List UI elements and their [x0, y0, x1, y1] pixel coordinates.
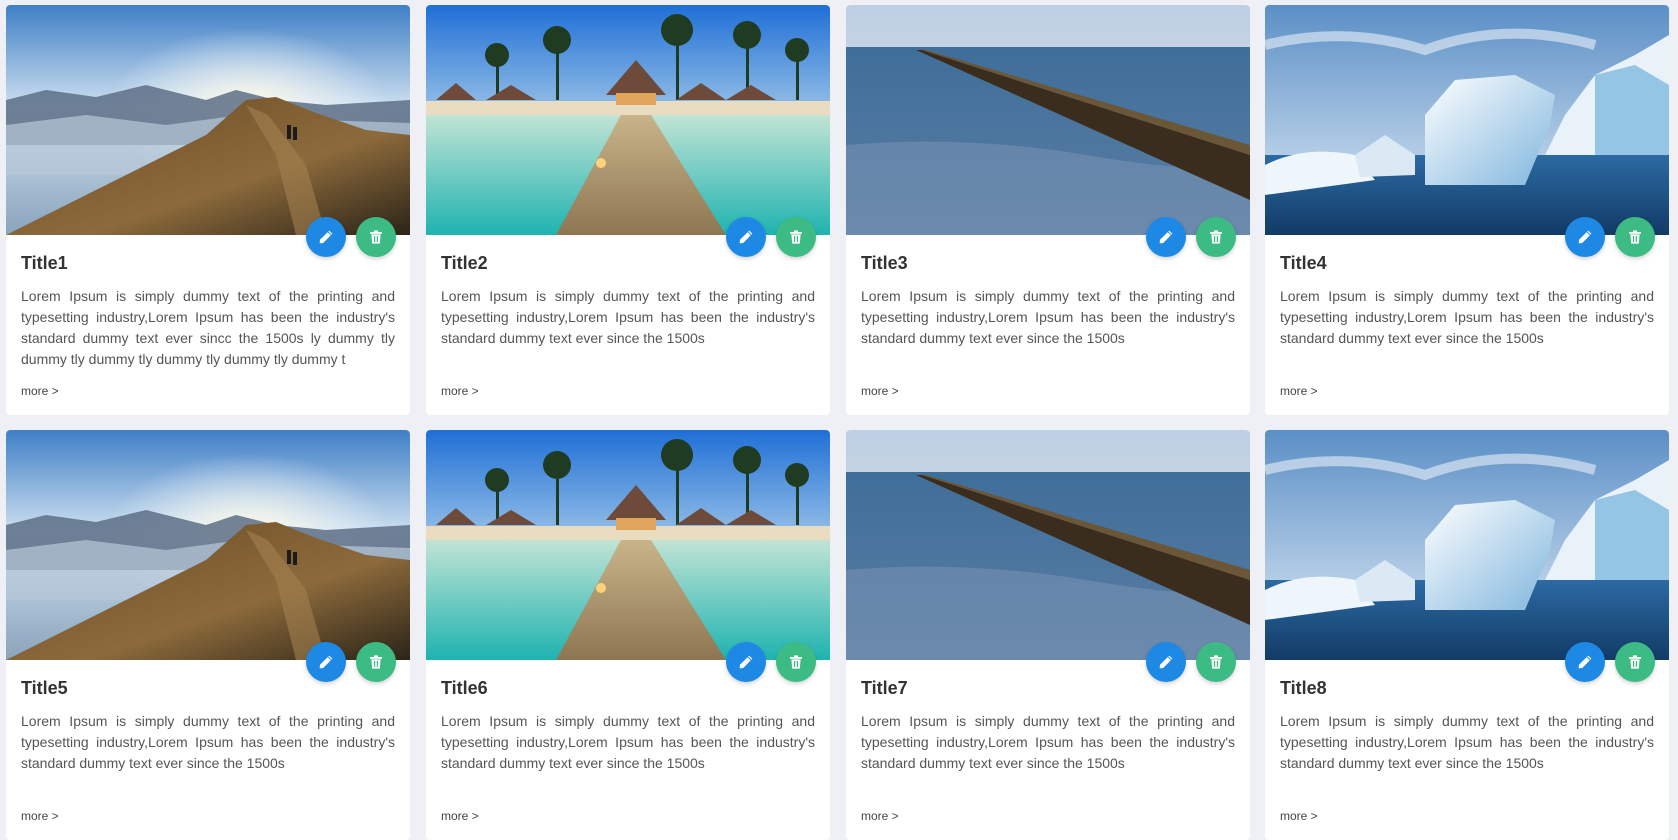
edit-button[interactable] — [306, 217, 346, 257]
delete-button[interactable] — [1615, 217, 1655, 257]
delete-button[interactable] — [776, 642, 816, 682]
card-actions — [726, 217, 816, 257]
trash-icon — [1208, 654, 1224, 670]
card-1[interactable]: Title1 Lorem Ipsum is simply dummy text … — [6, 5, 410, 415]
edit-button[interactable] — [306, 642, 346, 682]
more-link[interactable]: more > — [441, 384, 479, 398]
delete-button[interactable] — [776, 217, 816, 257]
card-description: Lorem Ipsum is simply dummy text of the … — [21, 713, 395, 771]
pencil-icon — [738, 229, 754, 245]
card-image[interactable] — [426, 430, 830, 660]
delete-button[interactable] — [1196, 642, 1236, 682]
card-7[interactable]: Title7 Lorem Ipsum is simply dummy text … — [846, 430, 1250, 840]
card-6[interactable]: Title6 Lorem Ipsum is simply dummy text … — [426, 430, 830, 840]
trash-icon — [1627, 654, 1643, 670]
more-link[interactable]: more > — [1280, 809, 1318, 823]
sea-groyne-image — [846, 5, 1250, 235]
delete-button[interactable] — [1196, 217, 1236, 257]
card-actions — [1146, 642, 1236, 682]
card-description: Lorem Ipsum is simply dummy text of the … — [441, 713, 815, 771]
more-link[interactable]: more > — [1280, 384, 1318, 398]
edit-button[interactable] — [726, 217, 766, 257]
pencil-icon — [1158, 229, 1174, 245]
delete-button[interactable] — [1615, 642, 1655, 682]
delete-button[interactable] — [356, 217, 396, 257]
trash-icon — [788, 229, 804, 245]
card-description: Lorem Ipsum is simply dummy text of the … — [861, 288, 1235, 346]
edit-button[interactable] — [726, 642, 766, 682]
card-description: Lorem Ipsum is simply dummy text of the … — [1280, 288, 1654, 346]
card-actions — [1565, 217, 1655, 257]
pencil-icon — [1577, 229, 1593, 245]
edit-button[interactable] — [1146, 642, 1186, 682]
trash-icon — [368, 654, 384, 670]
delete-button[interactable] — [356, 642, 396, 682]
more-link[interactable]: more > — [21, 384, 59, 398]
sea-groyne-image — [846, 430, 1250, 660]
card-image[interactable] — [426, 5, 830, 235]
edit-button[interactable] — [1565, 642, 1605, 682]
more-link[interactable]: more > — [441, 809, 479, 823]
trash-icon — [1627, 229, 1643, 245]
more-link[interactable]: more > — [861, 809, 899, 823]
card-actions — [1565, 642, 1655, 682]
pencil-icon — [1577, 654, 1593, 670]
edit-button[interactable] — [1146, 217, 1186, 257]
mountain-hiker-image — [6, 5, 410, 235]
card-2[interactable]: Title2 Lorem Ipsum is simply dummy text … — [426, 5, 830, 415]
card-description: Lorem Ipsum is simply dummy text of the … — [441, 288, 815, 346]
card-4[interactable]: Title4 Lorem Ipsum is simply dummy text … — [1265, 5, 1669, 415]
card-actions — [306, 217, 396, 257]
beach-resort-pier-image — [426, 430, 830, 660]
card-actions — [306, 642, 396, 682]
mountain-hiker-image — [6, 430, 410, 660]
card-image[interactable] — [1265, 430, 1669, 660]
card-image[interactable] — [1265, 5, 1669, 235]
pencil-icon — [738, 654, 754, 670]
card-image[interactable] — [846, 430, 1250, 660]
trash-icon — [1208, 229, 1224, 245]
more-link[interactable]: more > — [861, 384, 899, 398]
pencil-icon — [318, 654, 334, 670]
more-link[interactable]: more > — [21, 809, 59, 823]
trash-icon — [368, 229, 384, 245]
card-5[interactable]: Title5 Lorem Ipsum is simply dummy text … — [6, 430, 410, 840]
card-description: Lorem Ipsum is simply dummy text of the … — [861, 713, 1235, 771]
beach-resort-pier-image — [426, 5, 830, 235]
card-actions — [726, 642, 816, 682]
card-3[interactable]: Title3 Lorem Ipsum is simply dummy text … — [846, 5, 1250, 415]
pencil-icon — [1158, 654, 1174, 670]
trash-icon — [788, 654, 804, 670]
edit-button[interactable] — [1565, 217, 1605, 257]
iceberg-image — [1265, 430, 1669, 660]
card-actions — [1146, 217, 1236, 257]
card-grid: Title1 Lorem Ipsum is simply dummy text … — [0, 0, 1678, 840]
pencil-icon — [318, 229, 334, 245]
card-image[interactable] — [6, 5, 410, 235]
card-description: Lorem Ipsum is simply dummy text of the … — [21, 288, 395, 367]
card-description: Lorem Ipsum is simply dummy text of the … — [1280, 713, 1654, 771]
card-image[interactable] — [6, 430, 410, 660]
card-8[interactable]: Title8 Lorem Ipsum is simply dummy text … — [1265, 430, 1669, 840]
iceberg-image — [1265, 5, 1669, 235]
card-image[interactable] — [846, 5, 1250, 235]
